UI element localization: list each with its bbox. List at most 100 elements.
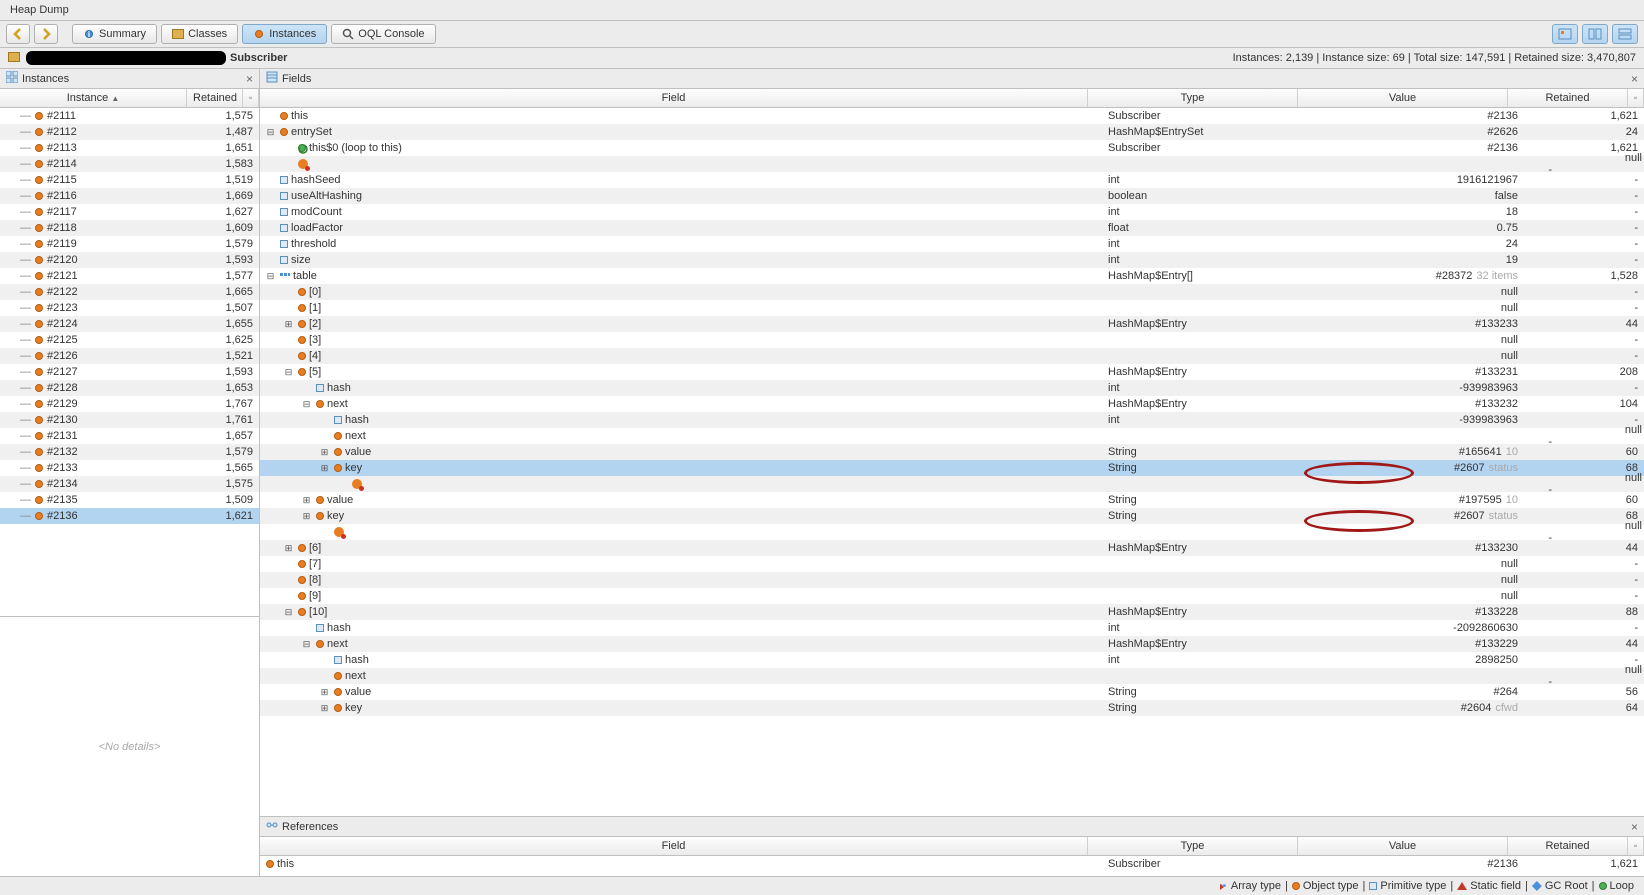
field-row[interactable]: hashint-2092860630- <box>260 620 1644 636</box>
col-settings[interactable] <box>243 89 259 107</box>
col-retained-r[interactable]: Retained <box>1508 837 1628 855</box>
field-row[interactable]: ⊞ [6]HashMap$Entry#13323044 <box>260 540 1644 556</box>
instance-row[interactable]: — #21281,653 <box>0 380 259 396</box>
tree-collapse[interactable]: ⊟ <box>266 272 275 281</box>
toolbar-action-2[interactable] <box>1582 24 1608 44</box>
field-row[interactable]: [8]null- <box>260 572 1644 588</box>
field-row[interactable]: ⊞ keyString#2607status68 <box>260 508 1644 524</box>
tab-classes[interactable]: Classes <box>161 24 238 44</box>
instance-row[interactable]: — #21331,565 <box>0 460 259 476</box>
field-row[interactable]: [1]null- <box>260 300 1644 316</box>
instance-row[interactable]: — #21131,651 <box>0 140 259 156</box>
col-retained[interactable]: Retained <box>187 89 243 107</box>
instance-row[interactable]: — #21191,579 <box>0 236 259 252</box>
field-row[interactable]: ⊟ [5]HashMap$Entry#133231208 <box>260 364 1644 380</box>
field-row[interactable]: ⊟ entrySetHashMap$EntrySet#262624 <box>260 124 1644 140</box>
field-row[interactable]: [9]null- <box>260 588 1644 604</box>
instance-row[interactable]: — #21171,627 <box>0 204 259 220</box>
instances-list[interactable]: — #21111,575— #21121,487— #21131,651— #2… <box>0 108 259 616</box>
instance-row[interactable]: — #21361,621 <box>0 508 259 524</box>
col-field[interactable]: Field <box>260 89 1088 107</box>
tab-summary[interactable]: i Summary <box>72 24 157 44</box>
instance-row[interactable]: — #21141,583 <box>0 156 259 172</box>
toolbar-action-3[interactable] <box>1612 24 1638 44</box>
field-row[interactable]: ⊞ valueString#1656411060 <box>260 444 1644 460</box>
instance-row[interactable]: — #21351,509 <box>0 492 259 508</box>
instance-row[interactable]: — #21231,507 <box>0 300 259 316</box>
field-row[interactable]: null- <box>260 476 1644 492</box>
field-row[interactable]: [7]null- <box>260 556 1644 572</box>
tree-collapse[interactable]: ⊟ <box>302 400 311 409</box>
references-list[interactable]: thisSubscriber#21361,621 <box>260 856 1644 876</box>
reference-row[interactable]: thisSubscriber#21361,621 <box>260 856 1644 872</box>
tree-collapse[interactable]: ⊟ <box>284 608 293 617</box>
tab-instances[interactable]: Instances <box>242 24 327 44</box>
instance-row[interactable]: — #21201,593 <box>0 252 259 268</box>
field-row[interactable]: ⊞ valueString#1975951060 <box>260 492 1644 508</box>
fields-tree[interactable]: thisSubscriber#21361,621⊟ entrySetHashMa… <box>260 108 1644 816</box>
instance-row[interactable]: — #21161,669 <box>0 188 259 204</box>
col-retained-f[interactable]: Retained <box>1508 89 1628 107</box>
field-row[interactable]: hashSeedint1916121967- <box>260 172 1644 188</box>
tab-oql[interactable]: OQL Console <box>331 24 435 44</box>
instance-row[interactable]: — #21291,767 <box>0 396 259 412</box>
instance-row[interactable]: — #21301,761 <box>0 412 259 428</box>
instance-row[interactable]: — #21151,519 <box>0 172 259 188</box>
field-row[interactable]: hashint-939983963- <box>260 412 1644 428</box>
col-settings-f[interactable] <box>1628 89 1644 107</box>
instance-row[interactable]: — #21271,593 <box>0 364 259 380</box>
field-row[interactable]: ⊞ [2]HashMap$Entry#13323344 <box>260 316 1644 332</box>
col-value[interactable]: Value <box>1298 89 1508 107</box>
tree-expand[interactable]: ⊞ <box>320 688 329 697</box>
field-row[interactable]: hashint2898250- <box>260 652 1644 668</box>
tree-expand[interactable]: ⊞ <box>320 464 329 473</box>
tree-collapse[interactable]: ⊟ <box>284 368 293 377</box>
instance-row[interactable]: — #21321,579 <box>0 444 259 460</box>
forward-button[interactable] <box>34 24 58 44</box>
field-row[interactable]: [4]null- <box>260 348 1644 364</box>
instance-row[interactable]: — #21181,609 <box>0 220 259 236</box>
close-instances-pane[interactable]: × <box>246 72 253 86</box>
field-row[interactable]: [3]null- <box>260 332 1644 348</box>
instance-row[interactable]: — #21211,577 <box>0 268 259 284</box>
field-row[interactable]: nextnull- <box>260 428 1644 444</box>
field-row[interactable]: loadFactorfloat0.75- <box>260 220 1644 236</box>
field-row[interactable]: null- <box>260 156 1644 172</box>
field-row[interactable]: useAltHashingbooleanfalse- <box>260 188 1644 204</box>
instance-row[interactable]: — #21341,575 <box>0 476 259 492</box>
field-row[interactable]: ⊞ keyString#2604cfwd64 <box>260 700 1644 716</box>
tree-expand[interactable]: ⊞ <box>284 320 293 329</box>
col-instance[interactable]: Instance ▲ <box>0 89 187 107</box>
tree-collapse[interactable]: ⊟ <box>266 128 275 137</box>
back-button[interactable] <box>6 24 30 44</box>
tree-collapse[interactable]: ⊟ <box>302 640 311 649</box>
field-row[interactable]: sizeint19- <box>260 252 1644 268</box>
instance-row[interactable]: — #21241,655 <box>0 316 259 332</box>
field-row[interactable]: thresholdint24- <box>260 236 1644 252</box>
toolbar-action-1[interactable] <box>1552 24 1578 44</box>
tree-expand[interactable]: ⊞ <box>302 496 311 505</box>
field-row[interactable]: this$0 (loop to this)Subscriber#21361,62… <box>260 140 1644 156</box>
tree-expand[interactable]: ⊞ <box>320 448 329 457</box>
instance-row[interactable]: — #21251,625 <box>0 332 259 348</box>
field-row[interactable]: ⊞ keyString#2607status68 <box>260 460 1644 476</box>
col-settings-r[interactable] <box>1628 837 1644 855</box>
field-row[interactable]: ⊞ valueString#26456 <box>260 684 1644 700</box>
close-fields-pane[interactable]: × <box>1631 72 1638 86</box>
field-row[interactable]: ⊟ [10]HashMap$Entry#13322888 <box>260 604 1644 620</box>
col-value-r[interactable]: Value <box>1298 837 1508 855</box>
instance-row[interactable]: — #21111,575 <box>0 108 259 124</box>
close-references-pane[interactable]: × <box>1631 820 1638 834</box>
col-field-r[interactable]: Field <box>260 837 1088 855</box>
field-row[interactable]: hashint-939983963- <box>260 380 1644 396</box>
field-row[interactable]: thisSubscriber#21361,621 <box>260 108 1644 124</box>
tree-expand[interactable]: ⊞ <box>302 512 311 521</box>
tree-expand[interactable]: ⊞ <box>284 544 293 553</box>
field-row[interactable]: null- <box>260 524 1644 540</box>
tree-expand[interactable]: ⊞ <box>320 704 329 713</box>
field-row[interactable]: nextnull- <box>260 668 1644 684</box>
instance-row[interactable]: — #21311,657 <box>0 428 259 444</box>
instance-row[interactable]: — #21261,521 <box>0 348 259 364</box>
field-row[interactable]: ⊟ nextHashMap$Entry#13322944 <box>260 636 1644 652</box>
instance-row[interactable]: — #21121,487 <box>0 124 259 140</box>
